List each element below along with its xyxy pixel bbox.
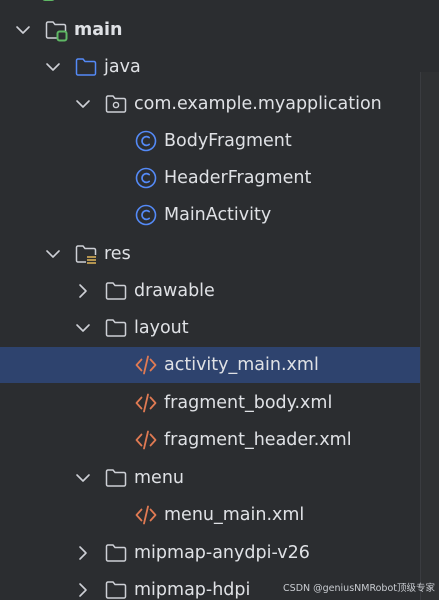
tree-node-package[interactable]: com.example.myapplication [0,86,420,122]
xml-file-icon [135,355,157,375]
tree-node-label: fragment_header.xml [164,430,352,450]
tree-node-body-fragment[interactable]: BodyFragment [0,123,420,159]
tree-node-label: com.example.myapplication [134,94,382,114]
watermark: CSDN @geniusNMRobot顶级专家 [283,583,435,594]
tree-node-layout[interactable]: layout [0,310,420,346]
tree-node-label: mipmap-hdpi [134,580,251,600]
folder-icon [105,319,127,337]
tree-node-header-fragment[interactable]: HeaderFragment [0,160,420,196]
tree-node-label: BodyFragment [164,131,292,151]
xml-file-icon [135,393,157,413]
tree-node-res[interactable]: res [0,236,420,272]
tree-node-label: fragment_body.xml [164,393,333,413]
source-folder-icon [75,58,97,76]
tree-node-menu-main-xml[interactable]: menu_main.xml [0,497,420,533]
tree-node-activity-main-xml[interactable]: activity_main.xml [0,347,420,383]
tree-node-label: main [74,20,123,40]
xml-file-icon [135,430,157,450]
vertical-scrollbar[interactable] [420,72,439,600]
chevron-down-icon[interactable] [14,20,32,40]
xml-file-icon [135,505,157,525]
resource-folder-icon [75,245,97,265]
chevron-down-icon[interactable] [44,57,62,77]
tree-node-label: menu_main.xml [164,505,305,525]
tree-node-label: HeaderFragment [164,168,312,188]
tree-node-java[interactable]: java [0,49,420,85]
chevron-right-icon[interactable] [74,580,92,600]
chevron-down-icon[interactable] [74,468,92,488]
tree-node-menu[interactable]: menu [0,460,420,496]
tree-node-main-activity[interactable]: MainActivity [0,197,420,233]
tree-node-label: MainActivity [164,205,272,225]
folder-icon [105,469,127,487]
chevron-right-icon[interactable] [74,281,92,301]
chevron-right-icon[interactable] [74,543,92,563]
folder-icon [105,581,127,599]
chevron-down-icon[interactable] [44,244,62,264]
tree-node-fragment-body-xml[interactable]: fragment_body.xml [0,385,420,421]
tree-node-label: menu [134,468,184,488]
tree-node-fragment-header-xml[interactable]: fragment_header.xml [0,422,420,458]
module-folder-icon [45,21,68,42]
tree-node-label: layout [134,318,189,338]
folder-icon [105,282,127,300]
tree-node-mipmap-anydpi[interactable]: mipmap-anydpi-v26 [0,535,420,571]
tree-node-label: java [104,57,141,77]
module-badge-icon [40,0,60,4]
class-icon [135,130,157,152]
folder-icon [105,544,127,562]
tree-node-label: mipmap-anydpi-v26 [134,543,310,563]
class-icon [135,167,157,189]
tree-node-label: res [104,244,131,264]
package-icon [105,95,127,113]
tree-node-main[interactable]: main [0,12,420,48]
tree-node-label: drawable [134,281,215,301]
chevron-down-icon[interactable] [74,94,92,114]
tree-node-drawable[interactable]: drawable [0,273,420,309]
project-tree: main java com.example.myapplication Body… [0,0,439,600]
tree-node-label: activity_main.xml [164,355,319,375]
chevron-down-icon[interactable] [74,318,92,338]
class-icon [135,204,157,226]
